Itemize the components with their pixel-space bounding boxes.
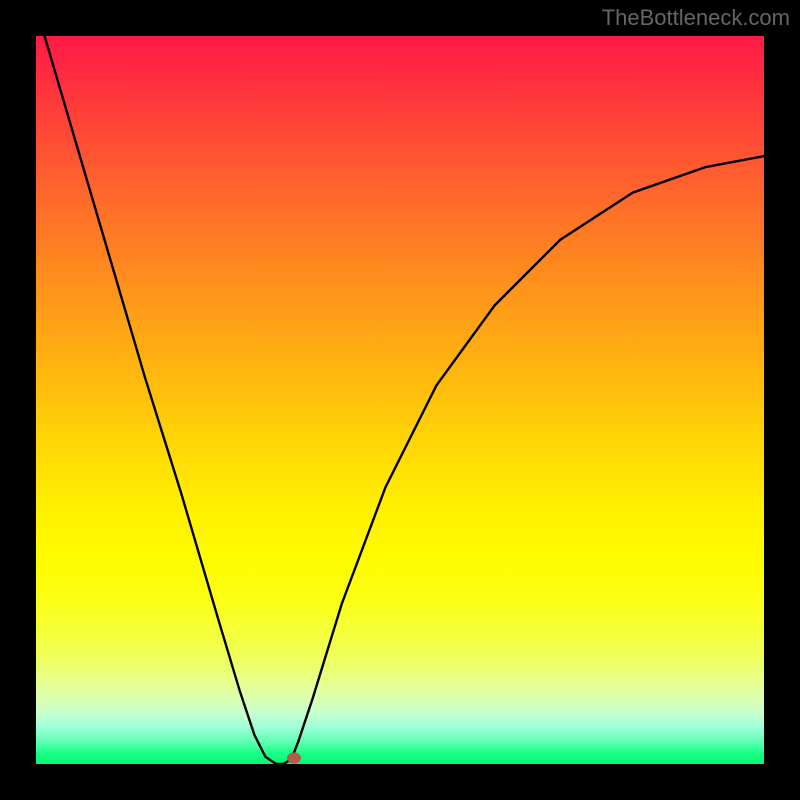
optimal-point-marker: [287, 753, 301, 764]
chart-plot-area: [36, 36, 764, 764]
watermark-text: TheBottleneck.com: [602, 5, 790, 31]
bottleneck-curve: [36, 36, 764, 764]
